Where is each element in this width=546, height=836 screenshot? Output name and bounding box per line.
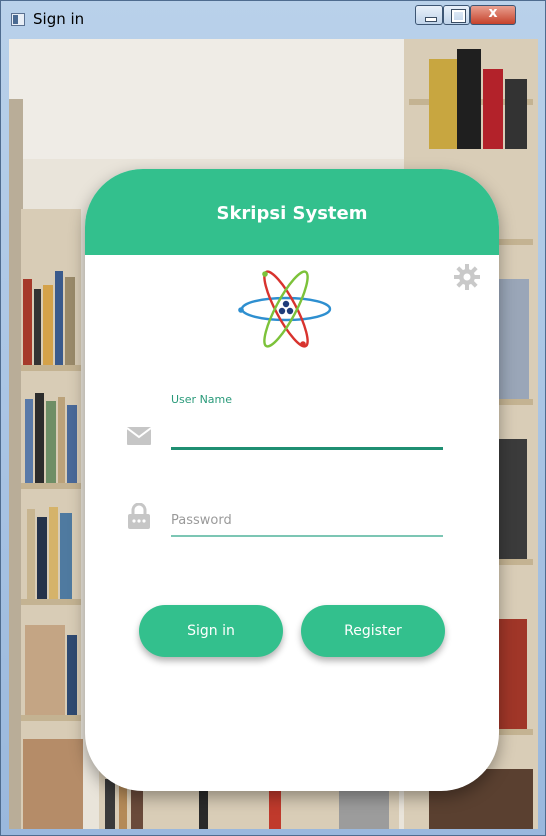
username-label: User Name <box>171 393 233 406</box>
close-icon: x <box>488 5 498 21</box>
close-button[interactable]: x <box>470 5 516 25</box>
maximize-icon <box>451 9 466 23</box>
envelope-icon <box>127 427 151 445</box>
title-bar[interactable]: Sign in x <box>1 1 545 39</box>
gear-icon[interactable] <box>453 263 481 291</box>
sign-in-button[interactable]: Sign in <box>139 605 283 657</box>
window-client-area: Skripsi System User Name Sign in Registe… <box>9 39 538 829</box>
atom-icon <box>238 270 332 348</box>
sign-in-window: Sign in x Skripsi System User Name Sign … <box>0 0 546 836</box>
lock-icon <box>128 503 150 529</box>
minimize-button[interactable] <box>415 5 443 25</box>
app-window-icon <box>11 13 25 26</box>
minimize-icon <box>425 17 437 22</box>
password-input[interactable] <box>171 505 443 537</box>
card-header: Skripsi System <box>85 169 499 255</box>
login-card: Skripsi System User Name Sign in Registe… <box>85 169 499 791</box>
app-title: Skripsi System <box>216 203 368 224</box>
register-button[interactable]: Register <box>301 605 445 657</box>
window-title: Sign in <box>33 10 85 28</box>
username-input[interactable] <box>171 417 443 450</box>
maximize-button[interactable] <box>443 5 470 25</box>
